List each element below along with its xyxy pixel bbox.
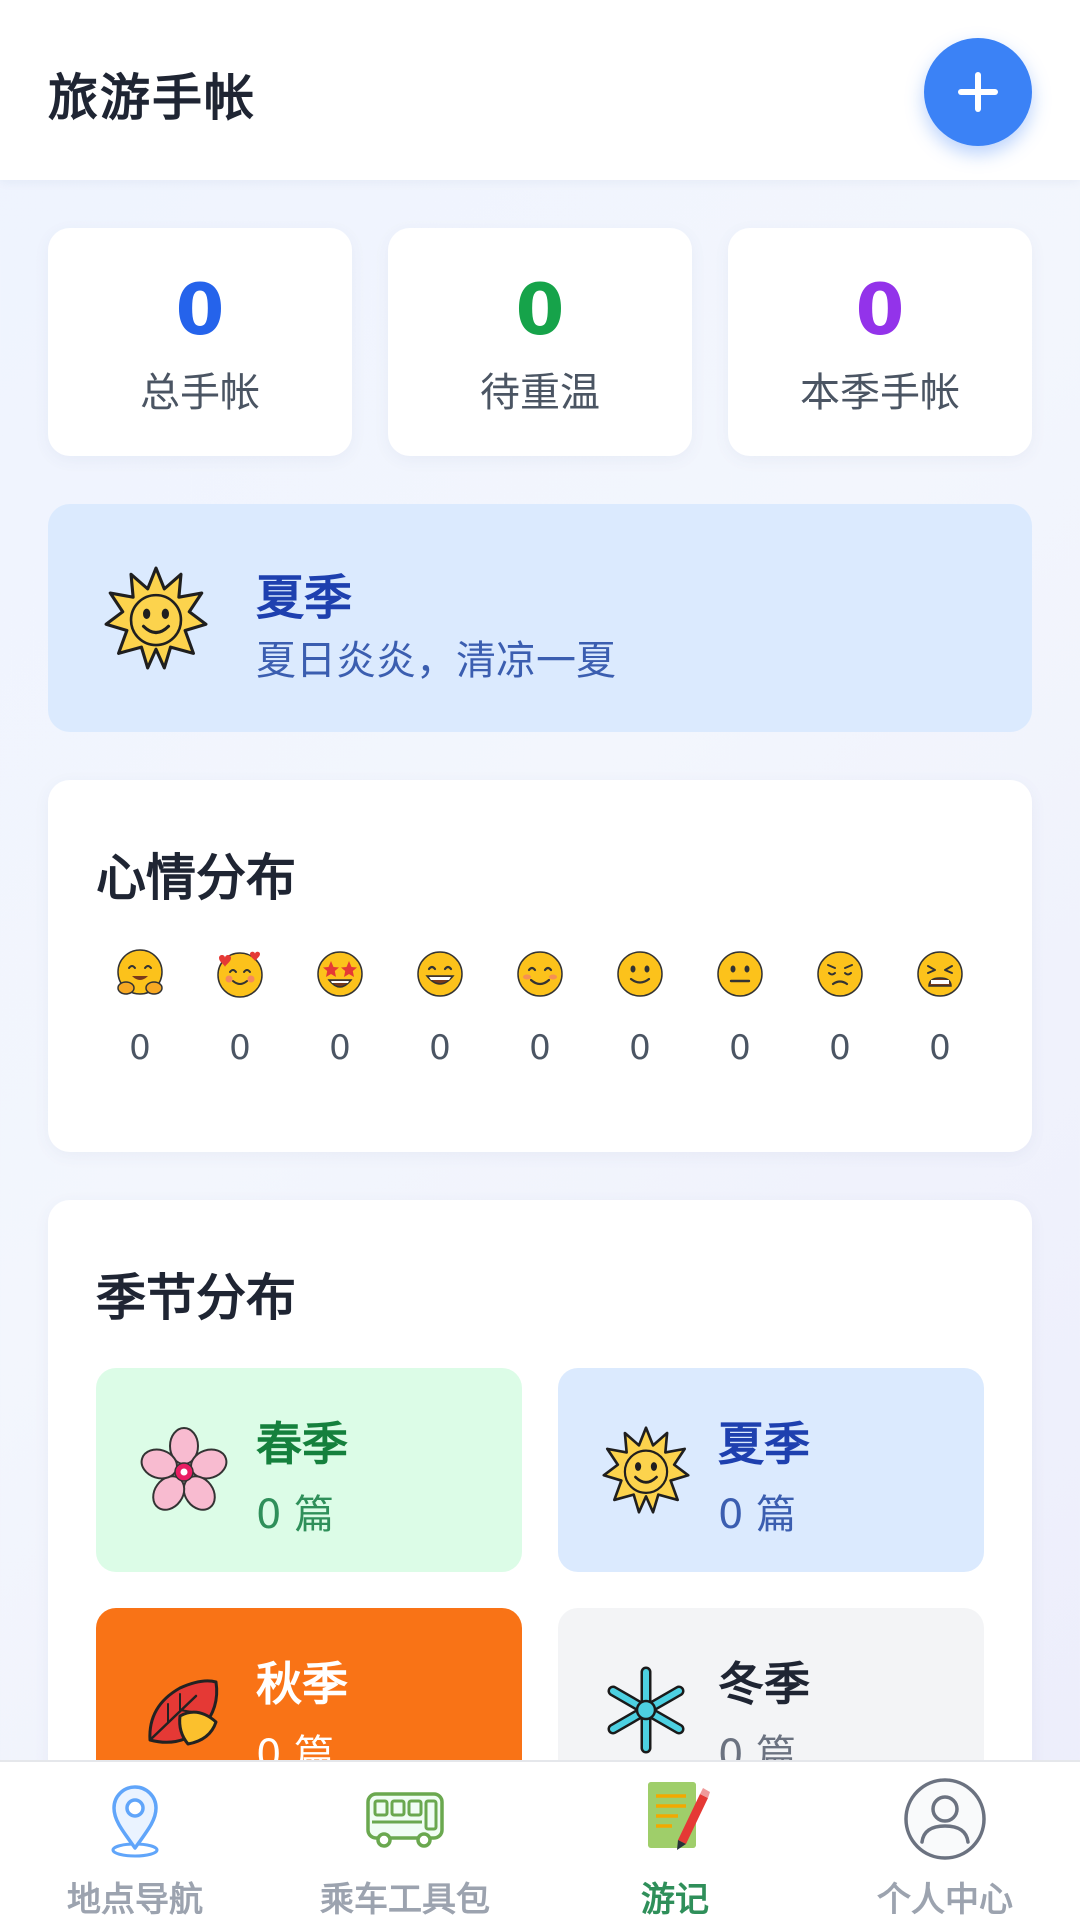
season-section-title: 季节分布 <box>96 1269 296 1327</box>
nav-label: 乘车工具包 <box>320 1880 490 1920</box>
nav-item-location[interactable]: 地点导航 <box>0 1776 270 1920</box>
mood-item[interactable]: 0 <box>890 948 990 1068</box>
stat-value: 0 <box>855 269 905 351</box>
page-title: 旅游手帐 <box>48 69 256 127</box>
mood-item[interactable]: 0 <box>390 948 490 1068</box>
mood-count: 0 <box>729 1028 751 1068</box>
tired-face-icon <box>917 951 963 997</box>
location-pin-icon <box>111 1785 159 1858</box>
sun-face-icon <box>602 1426 690 1514</box>
season-distribution-card: 季节分布 春季 0 篇 夏季 0 篇 秋季 0 篇 冬季 0 篇 <box>48 1200 1032 1820</box>
nav-item-profile[interactable]: 个人中心 <box>810 1776 1080 1920</box>
season-name: 夏季 <box>718 1417 810 1471</box>
bus-icon <box>366 1792 444 1848</box>
stat-value: 0 <box>175 269 225 351</box>
cherry-blossom-icon <box>140 1427 228 1511</box>
notebook-pen-icon <box>648 1782 710 1850</box>
snowflake-icon <box>607 1666 685 1754</box>
season-name: 冬季 <box>718 1657 810 1711</box>
mood-section-title: 心情分布 <box>96 849 296 907</box>
season-name: 秋季 <box>256 1657 348 1711</box>
season-name: 春季 <box>256 1417 348 1471</box>
season-tile-spring[interactable]: 春季 0 篇 <box>96 1368 522 1572</box>
nav-item-transit[interactable]: 乘车工具包 <box>270 1776 540 1920</box>
mood-item[interactable]: 0 <box>190 948 290 1068</box>
add-journal-button[interactable] <box>924 38 1032 146</box>
fallen-leaf-icon <box>148 1679 219 1746</box>
stat-card-review[interactable]: 0 待重温 <box>388 228 692 456</box>
bottom-navigation: 地点导航 乘车工具包 游记 个人中心 <box>0 1760 1080 1920</box>
mood-count: 0 <box>529 1028 551 1068</box>
mood-count: 0 <box>429 1028 451 1068</box>
top-header: 旅游手帐 <box>0 0 1080 180</box>
nav-item-journal[interactable]: 游记 <box>540 1776 810 1920</box>
mood-item[interactable]: 0 <box>490 948 590 1068</box>
grinning-face-icon <box>417 951 463 997</box>
current-season-banner: 夏季 夏日炎炎，清凉一夏 <box>48 504 1032 732</box>
neutral-face-icon <box>717 951 763 997</box>
mood-count: 0 <box>329 1028 351 1068</box>
plus-icon <box>958 72 998 112</box>
season-count: 0 篇 <box>718 1492 797 1538</box>
pensive-face-icon <box>817 951 863 997</box>
stat-label: 本季手帐 <box>800 370 960 416</box>
nav-label: 游记 <box>641 1880 709 1920</box>
stat-card-season[interactable]: 0 本季手帐 <box>728 228 1032 456</box>
slightly-smiling-face-icon <box>617 951 663 997</box>
mood-item[interactable]: 0 <box>590 948 690 1068</box>
sun-face-icon <box>104 566 208 670</box>
stat-card-total[interactable]: 0 总手帐 <box>48 228 352 456</box>
mood-count: 0 <box>129 1028 151 1068</box>
nav-label: 地点导航 <box>67 1880 203 1920</box>
star-struck-icon <box>317 951 363 997</box>
mood-item[interactable]: 0 <box>290 948 390 1068</box>
mood-count: 0 <box>229 1028 251 1068</box>
hugging-face-icon <box>117 949 163 995</box>
mood-item[interactable]: 0 <box>90 948 190 1068</box>
mood-count: 0 <box>829 1028 851 1068</box>
stat-label: 总手帐 <box>140 370 260 416</box>
banner-title: 夏季 <box>256 570 353 626</box>
season-count: 0 篇 <box>256 1492 335 1538</box>
banner-subtitle: 夏日炎炎，清凉一夏 <box>256 638 616 684</box>
mood-distribution-card: 心情分布 0 0 0 0 0 0 0 0 0 <box>48 780 1032 1152</box>
mood-item[interactable]: 0 <box>790 948 890 1068</box>
stat-value: 0 <box>515 269 565 351</box>
smiling-face-hearts-icon <box>217 951 263 998</box>
nav-label: 个人中心 <box>877 1880 1013 1920</box>
mood-count: 0 <box>929 1028 951 1068</box>
stat-label: 待重温 <box>480 370 600 416</box>
mood-count: 0 <box>629 1028 651 1068</box>
smiling-face-blush-icon <box>517 951 563 997</box>
user-icon <box>904 1778 986 1860</box>
mood-item[interactable]: 0 <box>690 948 790 1068</box>
season-tile-summer[interactable]: 夏季 0 篇 <box>558 1368 984 1572</box>
